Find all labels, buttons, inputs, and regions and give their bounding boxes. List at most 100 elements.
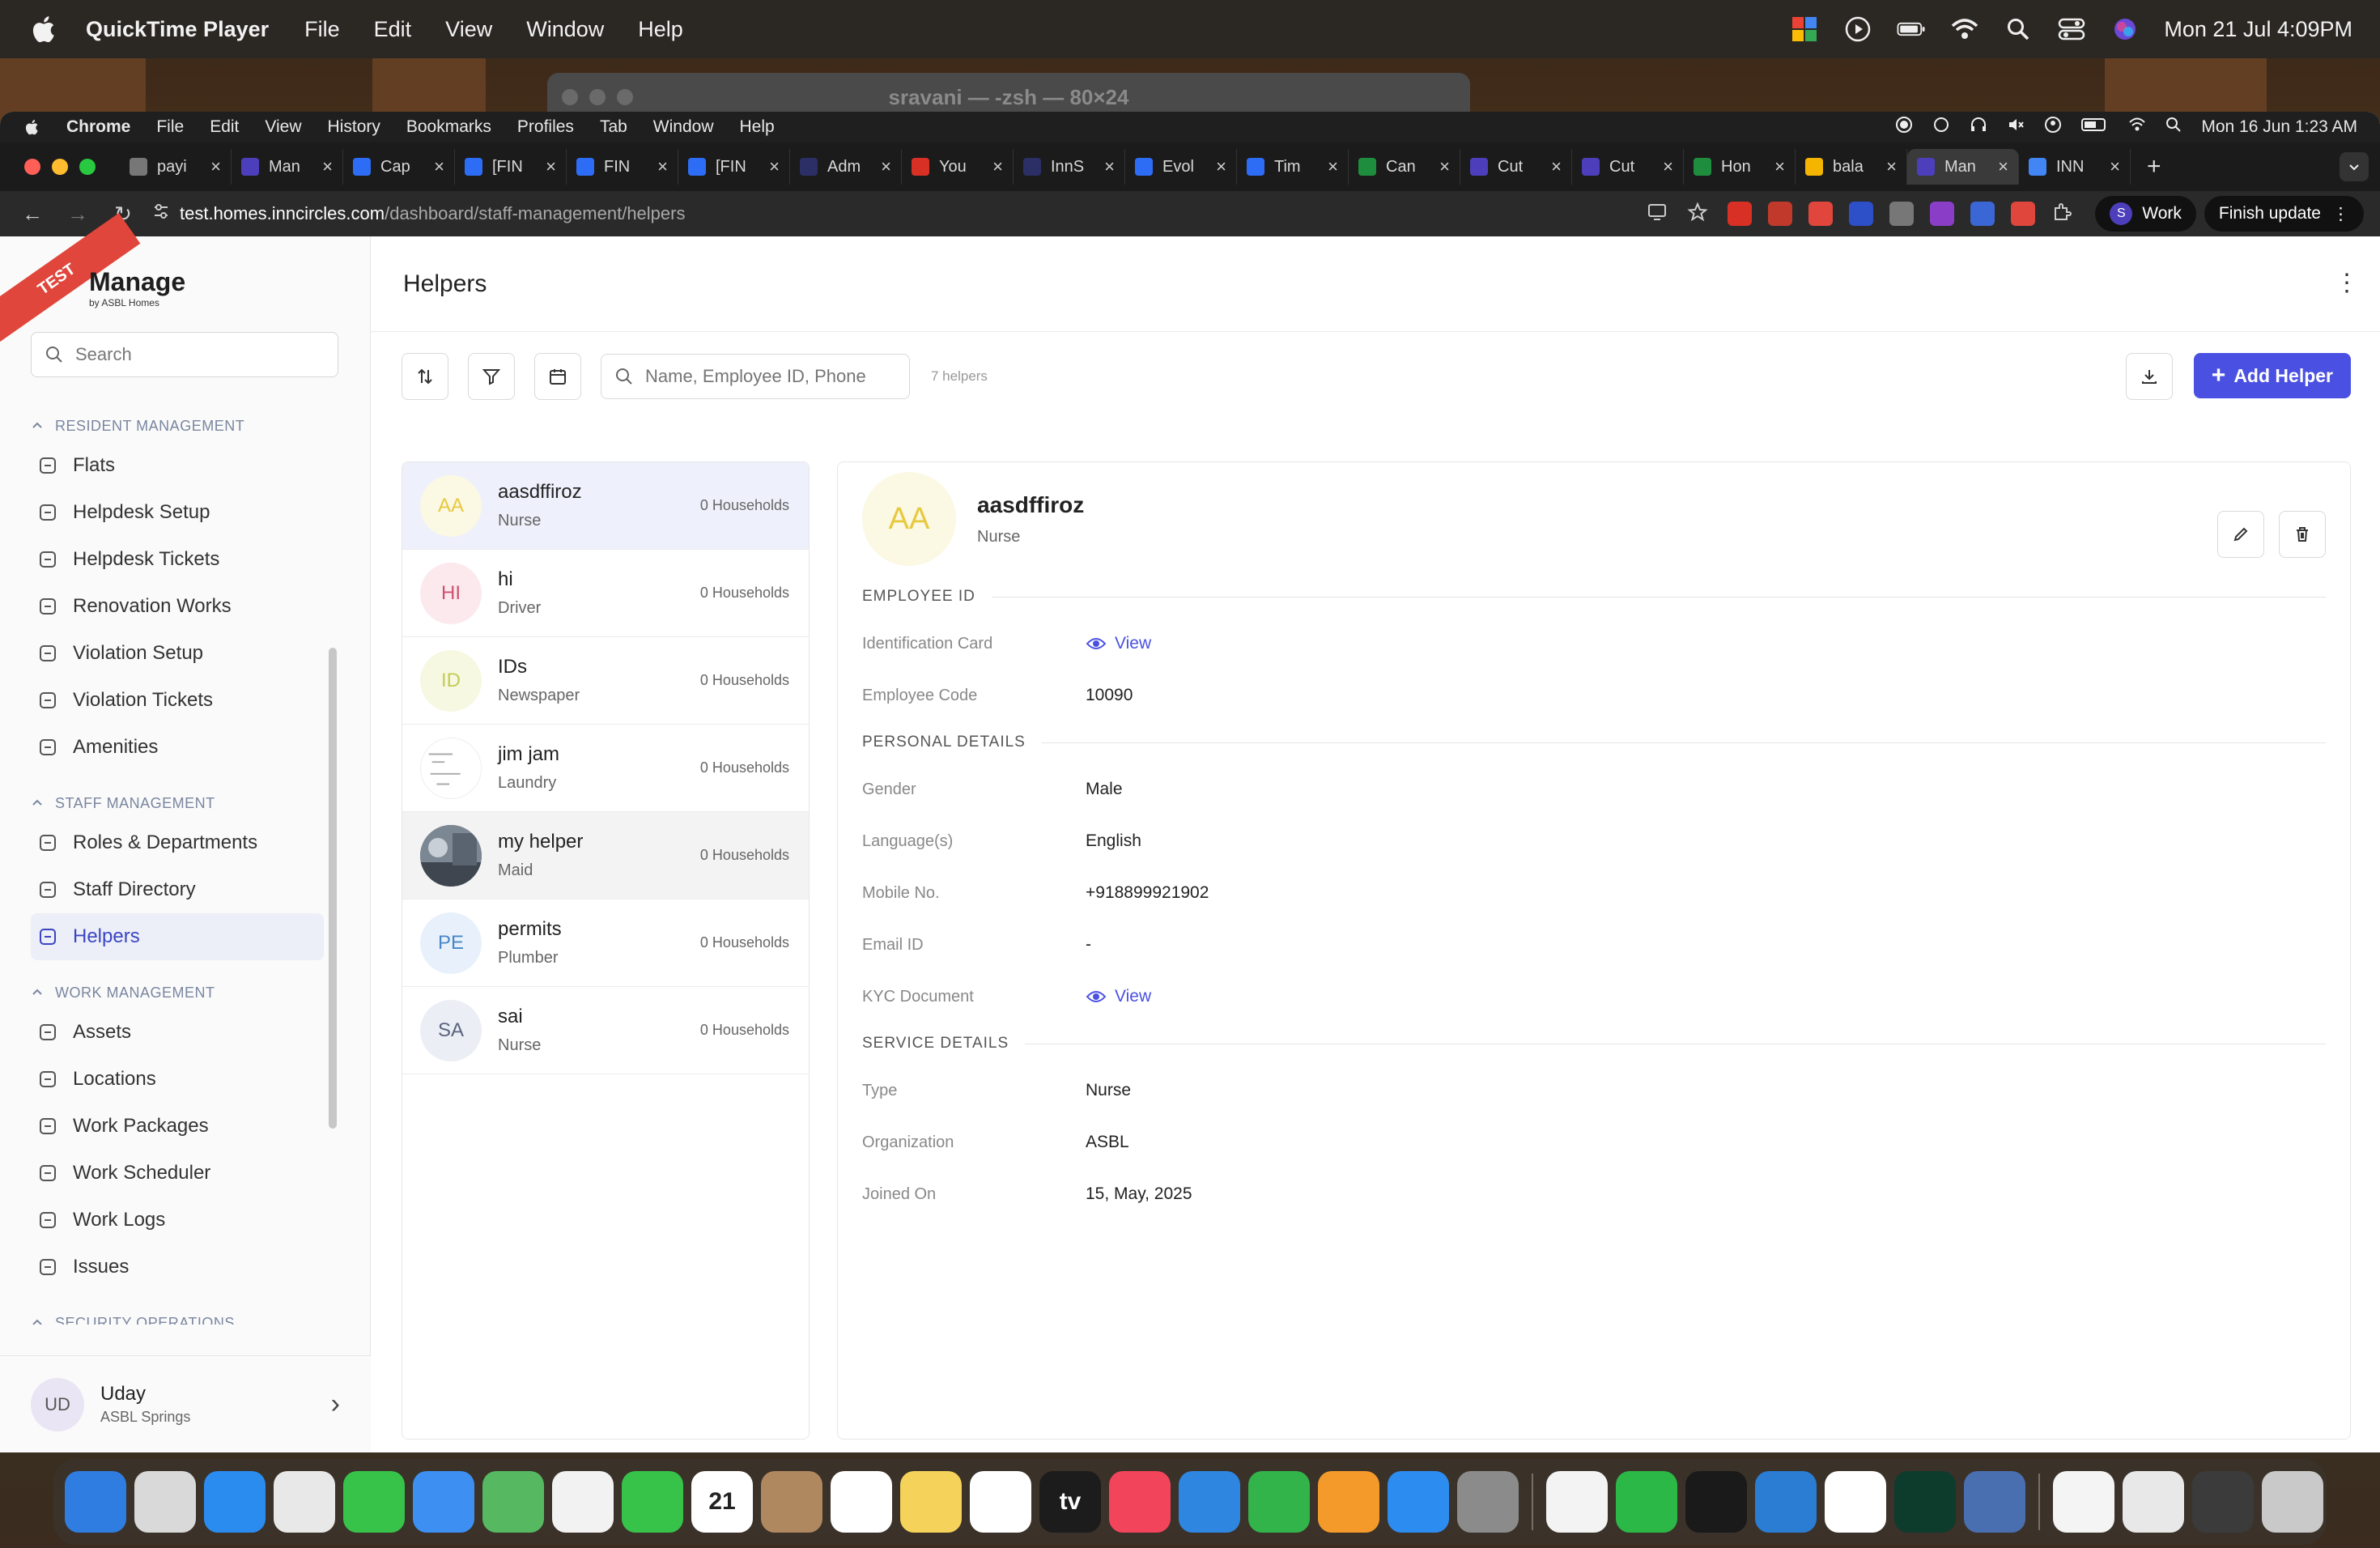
chrome-menu-file[interactable]: File xyxy=(156,117,184,137)
sidebar-section-header[interactable]: SECURITY OPERATIONS xyxy=(31,1307,324,1325)
facetime-icon[interactable] xyxy=(622,1471,683,1533)
sidebar-section-header[interactable]: STAFF MANAGEMENT xyxy=(31,787,324,819)
list-item[interactable]: ID IDs Newspaper 0 Households xyxy=(402,637,809,725)
extension-icon[interactable] xyxy=(2011,202,2036,226)
sidebar-item-helpdesk-setup[interactable]: Helpdesk Setup xyxy=(31,489,324,536)
close-icon[interactable]: × xyxy=(210,156,221,177)
system-settings-icon[interactable] xyxy=(1457,1471,1519,1533)
mail-icon[interactable] xyxy=(413,1471,474,1533)
menu-file[interactable]: File xyxy=(304,17,340,42)
contacts-icon[interactable] xyxy=(761,1471,822,1533)
play-icon[interactable] xyxy=(1843,15,1872,44)
browser-tab[interactable]: [FIN × xyxy=(678,149,790,185)
close-icon[interactable]: × xyxy=(657,156,668,177)
app-store-icon[interactable] xyxy=(1388,1471,1449,1533)
launchpad-icon[interactable] xyxy=(134,1471,196,1533)
window-minimize-button[interactable] xyxy=(589,89,606,105)
list-item[interactable]: HI hi Driver 0 Households xyxy=(402,550,809,637)
puzzle-icon[interactable] xyxy=(2051,202,2076,226)
sidebar-item-renovation-works[interactable]: Renovation Works xyxy=(31,583,324,630)
google-workspace-icon[interactable] xyxy=(1546,1471,1608,1533)
headphones-icon[interactable] xyxy=(1970,116,1987,138)
close-icon[interactable]: × xyxy=(1998,156,2008,177)
extension-icon[interactable] xyxy=(1768,202,1793,226)
search-icon[interactable] xyxy=(2004,15,2033,44)
new-tab-button[interactable]: + xyxy=(2147,153,2161,181)
close-icon[interactable]: × xyxy=(1663,156,1673,177)
edit-button[interactable] xyxy=(2217,511,2264,558)
battery-icon[interactable] xyxy=(1897,15,1926,44)
browser-tab[interactable]: Tim × xyxy=(1237,149,1349,185)
messages-icon[interactable] xyxy=(343,1471,405,1533)
browser-tab[interactable]: Cut × xyxy=(1460,149,1572,185)
browser-tab[interactable]: Man × xyxy=(232,149,343,185)
browser-tab[interactable]: FIN × xyxy=(567,149,678,185)
chrome-menu-help[interactable]: Help xyxy=(740,117,775,137)
browser-tab[interactable]: You × xyxy=(902,149,1014,185)
sidebar-item-work-logs[interactable]: Work Logs xyxy=(31,1197,324,1244)
browser-tab[interactable]: [FIN × xyxy=(455,149,567,185)
tv-icon[interactable]: tv xyxy=(1039,1471,1101,1533)
browser-tab[interactable]: InnS × xyxy=(1014,149,1125,185)
browser-tab[interactable]: Hon × xyxy=(1684,149,1796,185)
apple-icon[interactable] xyxy=(28,12,62,46)
safari-icon[interactable] xyxy=(204,1471,266,1533)
view-link[interactable]: View xyxy=(1086,634,1151,653)
sidebar-item-staff-directory[interactable]: Staff Directory xyxy=(31,866,324,913)
browser-tab[interactable]: INN × xyxy=(2019,149,2131,185)
sidebar-item-assets[interactable]: Assets xyxy=(31,1009,324,1056)
close-icon[interactable]: × xyxy=(1216,156,1226,177)
browser-tab[interactable]: Cap × xyxy=(343,149,455,185)
close-icon[interactable]: × xyxy=(1104,156,1115,177)
helper-search-field[interactable] xyxy=(645,366,888,387)
quicktime-icon[interactable] xyxy=(1964,1471,2025,1533)
menu-window[interactable]: Window xyxy=(526,17,604,42)
close-icon[interactable]: × xyxy=(546,156,556,177)
browser-tab[interactable]: Man × xyxy=(1907,149,2019,185)
sidebar-item-roles-departments[interactable]: Roles & Departments xyxy=(31,819,324,866)
extension-icon[interactable] xyxy=(1889,202,1915,226)
close-icon[interactable]: × xyxy=(769,156,780,177)
close-icon[interactable]: × xyxy=(1774,156,1785,177)
sidebar-item-flats[interactable]: Flats xyxy=(31,442,324,489)
close-icon[interactable]: × xyxy=(881,156,891,177)
close-icon[interactable]: × xyxy=(322,156,333,177)
date-filter-button[interactable] xyxy=(534,353,581,400)
trash-icon[interactable] xyxy=(2262,1471,2323,1533)
vs-code-icon[interactable] xyxy=(1755,1471,1817,1533)
calendar-icon[interactable]: 21 xyxy=(691,1471,753,1533)
download-button[interactable] xyxy=(2125,353,2173,400)
document-icon[interactable] xyxy=(2053,1471,2114,1533)
sidebar-item-work-packages[interactable]: Work Packages xyxy=(31,1103,324,1150)
sidebar-item-violation-setup[interactable]: Violation Setup xyxy=(31,630,324,677)
notes-icon[interactable] xyxy=(900,1471,962,1533)
site-info-icon[interactable] xyxy=(152,202,170,225)
sidebar-scrollbar[interactable] xyxy=(329,648,337,1129)
chrome-menu-history[interactable]: History xyxy=(328,117,380,137)
extension-icon[interactable] xyxy=(1849,202,1874,226)
user-profile[interactable]: UD Uday ASBL Springs › xyxy=(0,1355,371,1452)
menu-edit[interactable]: Edit xyxy=(374,17,412,42)
finish-update-button[interactable]: Finish update ⋮ xyxy=(2204,196,2364,232)
add-helper-button[interactable]: + Add Helper xyxy=(2193,353,2351,398)
sidebar-section-header[interactable]: WORK MANAGEMENT xyxy=(31,976,324,1009)
search-icon[interactable] xyxy=(2165,117,2182,138)
browser-tab[interactable]: bala × xyxy=(1796,149,1907,185)
pages-icon[interactable] xyxy=(1318,1471,1379,1533)
screenshot-icon[interactable] xyxy=(2123,1471,2184,1533)
sidebar-item-violation-tickets[interactable]: Violation Tickets xyxy=(31,677,324,724)
extension-icon[interactable] xyxy=(1930,202,1955,226)
extension-icon[interactable] xyxy=(1728,202,1753,226)
maps-icon[interactable] xyxy=(482,1471,544,1533)
downloads-icon[interactable] xyxy=(2192,1471,2254,1533)
list-item[interactable]: my helper Maid 0 Households xyxy=(402,812,809,899)
terminal-icon[interactable] xyxy=(1685,1471,1747,1533)
photos-icon[interactable] xyxy=(552,1471,614,1533)
list-item[interactable]: PE permits Plumber 0 Households xyxy=(402,899,809,987)
window-zoom-button[interactable] xyxy=(79,159,96,175)
browser-tab[interactable]: Evol × xyxy=(1125,149,1237,185)
sidebar-item-helpdesk-tickets[interactable]: Helpdesk Tickets xyxy=(31,536,324,583)
mongodb-icon[interactable] xyxy=(1894,1471,1956,1533)
window-zoom-button[interactable] xyxy=(617,89,633,105)
whatsapp-icon[interactable] xyxy=(1616,1471,1677,1533)
